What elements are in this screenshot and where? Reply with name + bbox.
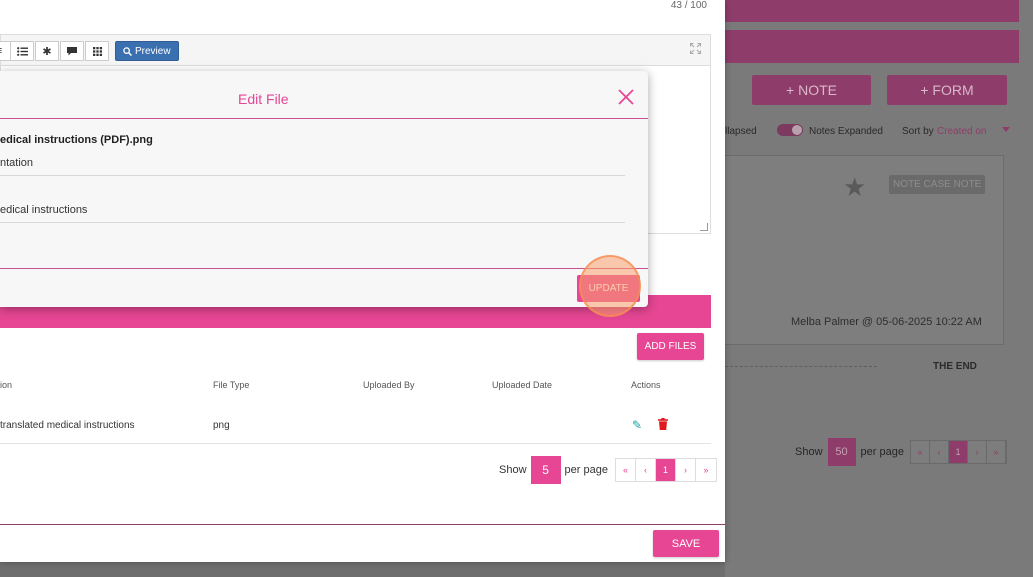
add-files-button[interactable]: ADD FILES — [637, 333, 704, 360]
note-card: ★ NOTE CASE NOTE Melba Palmer @ 05-06-20… — [722, 155, 1004, 345]
chevron-down-icon[interactable] — [1002, 127, 1010, 132]
first-page-button[interactable]: « — [615, 459, 636, 481]
note-type-badge: NOTE CASE NOTE — [889, 175, 986, 194]
preview-button[interactable]: Preview — [115, 41, 179, 61]
modal-header-divider — [0, 118, 648, 119]
last-page-button[interactable]: » — [986, 441, 1006, 463]
prev-page-button[interactable]: ‹ — [635, 459, 656, 481]
save-button[interactable]: SAVE — [653, 530, 719, 557]
note-author-timestamp: Melba Palmer @ 05-06-2025 10:22 AM — [791, 316, 982, 328]
first-page-button[interactable]: « — [910, 441, 930, 463]
show-label: Show — [795, 446, 823, 458]
close-icon[interactable] — [616, 87, 636, 107]
page-links: « ‹ 1 › » — [909, 440, 1007, 464]
per-page-label: per page — [860, 446, 904, 458]
per-page-label: per page — [564, 464, 608, 476]
comment-icon[interactable] — [60, 41, 84, 61]
editor-toolbar: ≡ ✱ Preview — [0, 35, 710, 66]
page-1-button[interactable]: 1 — [655, 459, 676, 481]
notes-expanded-label: Notes Expanded — [809, 126, 883, 137]
the-end-label: THE END — [933, 361, 977, 372]
page-links: « ‹ 1 › » — [614, 458, 717, 482]
table-icon[interactable] — [85, 41, 109, 61]
notes-options: llapsed Notes Expanded Sort by Created o… — [725, 123, 1033, 141]
file-category-field[interactable]: ntation — [0, 157, 625, 176]
cell-description: translated medical instructions — [0, 420, 135, 431]
bullet-list-icon[interactable] — [10, 41, 34, 61]
update-button[interactable]: UPDATE — [577, 275, 640, 302]
add-note-button[interactable]: + NOTE — [752, 75, 871, 105]
per-page-select[interactable]: 50 — [827, 438, 856, 466]
fullscreen-icon[interactable] — [689, 42, 702, 55]
files-pagination: Show 5 per page « ‹ 1 › » — [499, 456, 717, 484]
column-header-description: ion — [0, 380, 13, 390]
edit-file-modal: Edit File edical instructions (PDF).png … — [0, 71, 648, 307]
divider — [725, 366, 877, 367]
star-icon[interactable]: ★ — [843, 172, 866, 203]
search-icon — [123, 46, 132, 56]
notes-collapsed-label: llapsed — [725, 126, 757, 137]
cell-file-type: png — [213, 420, 230, 431]
resize-handle[interactable] — [700, 223, 708, 231]
character-counter: 43 / 100 — [670, 0, 707, 11]
sort-by-label: Sort by — [902, 126, 934, 137]
next-page-button[interactable]: › — [967, 441, 987, 463]
modal-footer-divider — [0, 268, 648, 269]
add-form-button[interactable]: + FORM — [887, 75, 1007, 105]
file-description-field[interactable]: edical instructions — [0, 204, 625, 223]
notes-expanded-toggle[interactable] — [777, 124, 803, 136]
column-header-uploaded-by: Uploaded By — [363, 380, 415, 390]
delete-trash-icon[interactable] — [658, 418, 668, 430]
last-page-button[interactable]: » — [695, 459, 716, 481]
background-pagination: Show 50 per page « ‹ 1 › » — [795, 438, 1007, 466]
sort-by-select[interactable]: Created on — [937, 126, 986, 137]
background-page: + NOTE + FORM llapsed Notes Expanded Sor… — [722, 0, 1033, 577]
per-page-select[interactable]: 5 — [530, 456, 561, 484]
footer-divider — [0, 524, 725, 525]
edit-pencil-icon[interactable]: ✎ — [632, 418, 642, 432]
row-divider — [0, 443, 711, 444]
show-label: Show — [499, 464, 527, 476]
prev-page-button[interactable]: ‹ — [929, 441, 949, 463]
preview-label: Preview — [135, 45, 171, 57]
column-header-file-type: File Type — [213, 380, 250, 390]
next-page-button[interactable]: › — [675, 459, 696, 481]
file-name: edical instructions (PDF).png — [0, 134, 153, 146]
asterisk-icon[interactable]: ✱ — [35, 41, 59, 61]
column-header-actions: Actions — [631, 380, 661, 390]
modal-title: Edit File — [238, 91, 289, 107]
background-section-bar — [725, 30, 1019, 63]
page-1-button[interactable]: 1 — [948, 441, 968, 463]
column-header-uploaded-date: Uploaded Date — [492, 380, 553, 390]
background-header-bar — [725, 0, 1019, 22]
